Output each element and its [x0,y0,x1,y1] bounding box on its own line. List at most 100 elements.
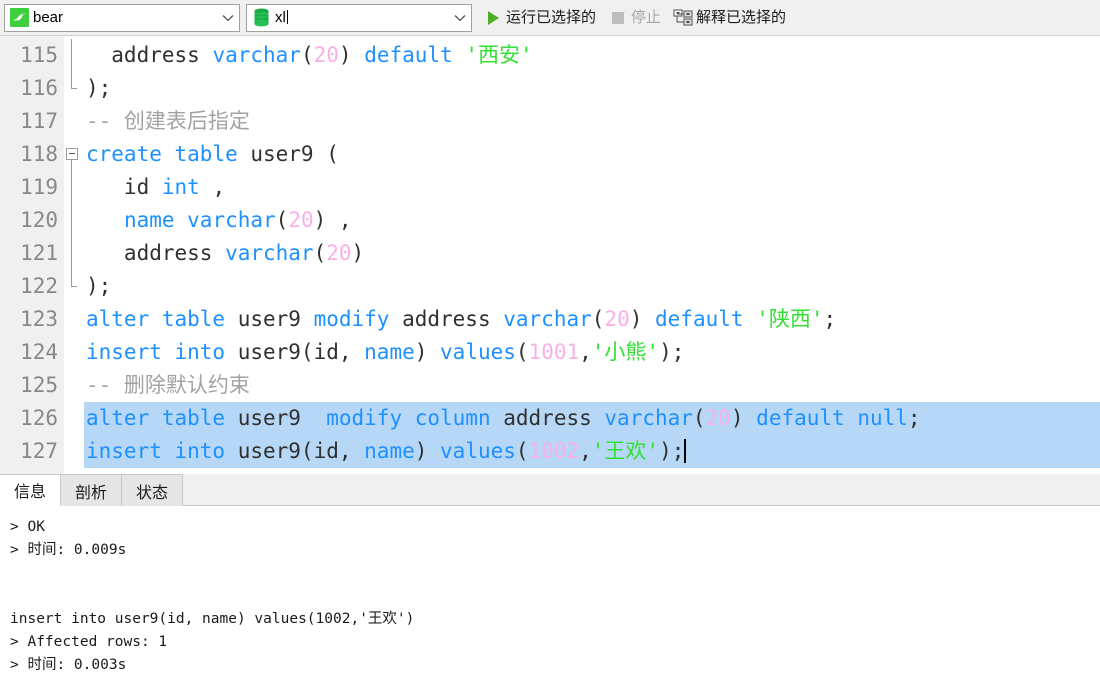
code-token: -- 删除默认约束 [86,373,250,397]
sql-editor-window: bear xl 运行已选择的 停止 解释已选择的 115 116 117 118… [0,0,1100,681]
toolbar: bear xl 运行已选择的 停止 解释已选择的 [0,0,1100,36]
code-token: ; [907,406,921,430]
line-number: 119 [20,175,58,199]
code-token: ); [86,76,112,100]
code-token: default [364,43,453,67]
code-line[interactable]: create table user9 ( [84,138,1100,171]
code-token: modify [313,307,390,331]
code-line[interactable]: alter table user9 modify column address … [84,402,1100,435]
code-token: alter table [86,406,226,430]
stop-icon [608,8,628,28]
code-text-area[interactable]: address varchar(20) default '西安'); -- 创建表… [84,36,1100,474]
code-token: ); [659,439,685,463]
code-token: user9(id, [225,340,365,364]
fold-marker [64,105,84,138]
sql-code-editor[interactable]: 115 116 117 118 119 120 121 122 123 124 125 126 127 … [0,36,1100,474]
fold-marker [64,369,84,402]
code-token: varchar [604,406,693,430]
code-token: varchar [503,307,592,331]
code-token: ; [823,307,837,331]
code-token: ( [591,307,605,331]
code-token: , [579,439,592,463]
code-token: ); [86,274,112,298]
fold-marker [64,435,84,468]
code-token: address [389,307,504,331]
code-token: 20 [326,241,352,265]
fold-marker [64,237,84,270]
tab-label: 信息 [14,484,47,501]
code-fold-column[interactable] [64,36,84,474]
code-line[interactable]: id int , [84,171,1100,204]
fold-marker[interactable] [64,138,84,171]
code-token: modify column [326,406,491,430]
message-output-panel: > OK > 时间: 0.009s insert into user9(id, n… [0,506,1100,681]
tab-2[interactable]: 状态 [122,475,184,506]
line-number: 123 [20,307,58,331]
line-number-gutter: 115 116 117 118 119 120 121 122 123 124 125 126 127 [0,36,64,474]
code-token: '小熊' [591,340,660,364]
code-token: id [86,175,162,199]
code-token: create table [86,142,238,166]
code-token: 20 [313,43,339,67]
code-line[interactable]: address varchar(20) default '西安' [84,39,1100,72]
code-token: ) , [313,208,352,232]
run-selected-button[interactable]: 运行已选择的 [478,4,601,32]
connection-selector[interactable]: bear [4,3,240,32]
code-token: ) [730,406,757,430]
line-number: 122 [20,274,58,298]
output-line: > OK [10,519,45,535]
code-token: address [86,43,213,67]
chevron-down-icon[interactable] [219,14,237,22]
explain-selected-button[interactable]: 解释已选择的 [668,4,791,32]
code-token: default [655,307,744,331]
stop-label: 停止 [631,8,662,26]
code-line[interactable]: name varchar(20) , [84,204,1100,237]
line-number: 127 [20,439,58,463]
fold-marker [64,171,84,204]
line-number: 125 [20,373,58,397]
output-line: insert into user9(id, name) values(1002,… [10,611,415,627]
tab-label: 剖析 [75,484,108,502]
code-line[interactable]: -- 创建表后指定 [84,105,1100,138]
code-line[interactable]: -- 删除默认约束 [84,369,1100,402]
code-line[interactable]: address varchar(20) [84,237,1100,270]
fold-marker [64,402,84,435]
tab-0[interactable]: 信息 [0,475,62,506]
code-token: insert into [86,439,226,463]
chevron-down-icon-db[interactable] [451,14,469,22]
output-line: > Affected rows: 1 [10,634,168,650]
tab-1[interactable]: 剖析 [61,475,123,506]
code-token: ) [414,439,441,463]
text-cursor [286,9,288,24]
code-line[interactable]: alter table user9 modify address varchar… [84,303,1100,336]
code-token: , [199,175,226,199]
code-token: '王欢' [591,439,660,463]
line-number: 118 [20,142,58,166]
code-token: ); [659,340,685,364]
database-name: xl [275,8,288,26]
code-line[interactable]: insert into user9(id, name) values(1001,… [84,336,1100,369]
code-token: values [440,340,516,364]
code-token: ) [629,307,656,331]
code-token: ( [692,406,706,430]
code-token: ( [515,439,529,463]
result-tab-bar: 信息 剖析 状态 [0,474,1100,506]
fold-marker [64,204,84,237]
code-line[interactable]: insert into user9(id, name) values(1002,… [84,435,1100,468]
line-number: 124 [20,340,58,364]
code-token: user9 ( [237,142,339,166]
code-token: '西安' [465,43,533,67]
database-selector[interactable]: xl [246,3,472,32]
play-icon [483,8,503,28]
code-line[interactable]: ); [84,72,1100,105]
code-token: varchar [212,43,301,67]
code-line[interactable]: ); [84,270,1100,303]
line-number: 126 [20,406,58,430]
stop-button[interactable]: 停止 [603,4,666,32]
code-token: 1002 [528,439,580,463]
explain-selected-label: 解释已选择的 [696,8,787,26]
